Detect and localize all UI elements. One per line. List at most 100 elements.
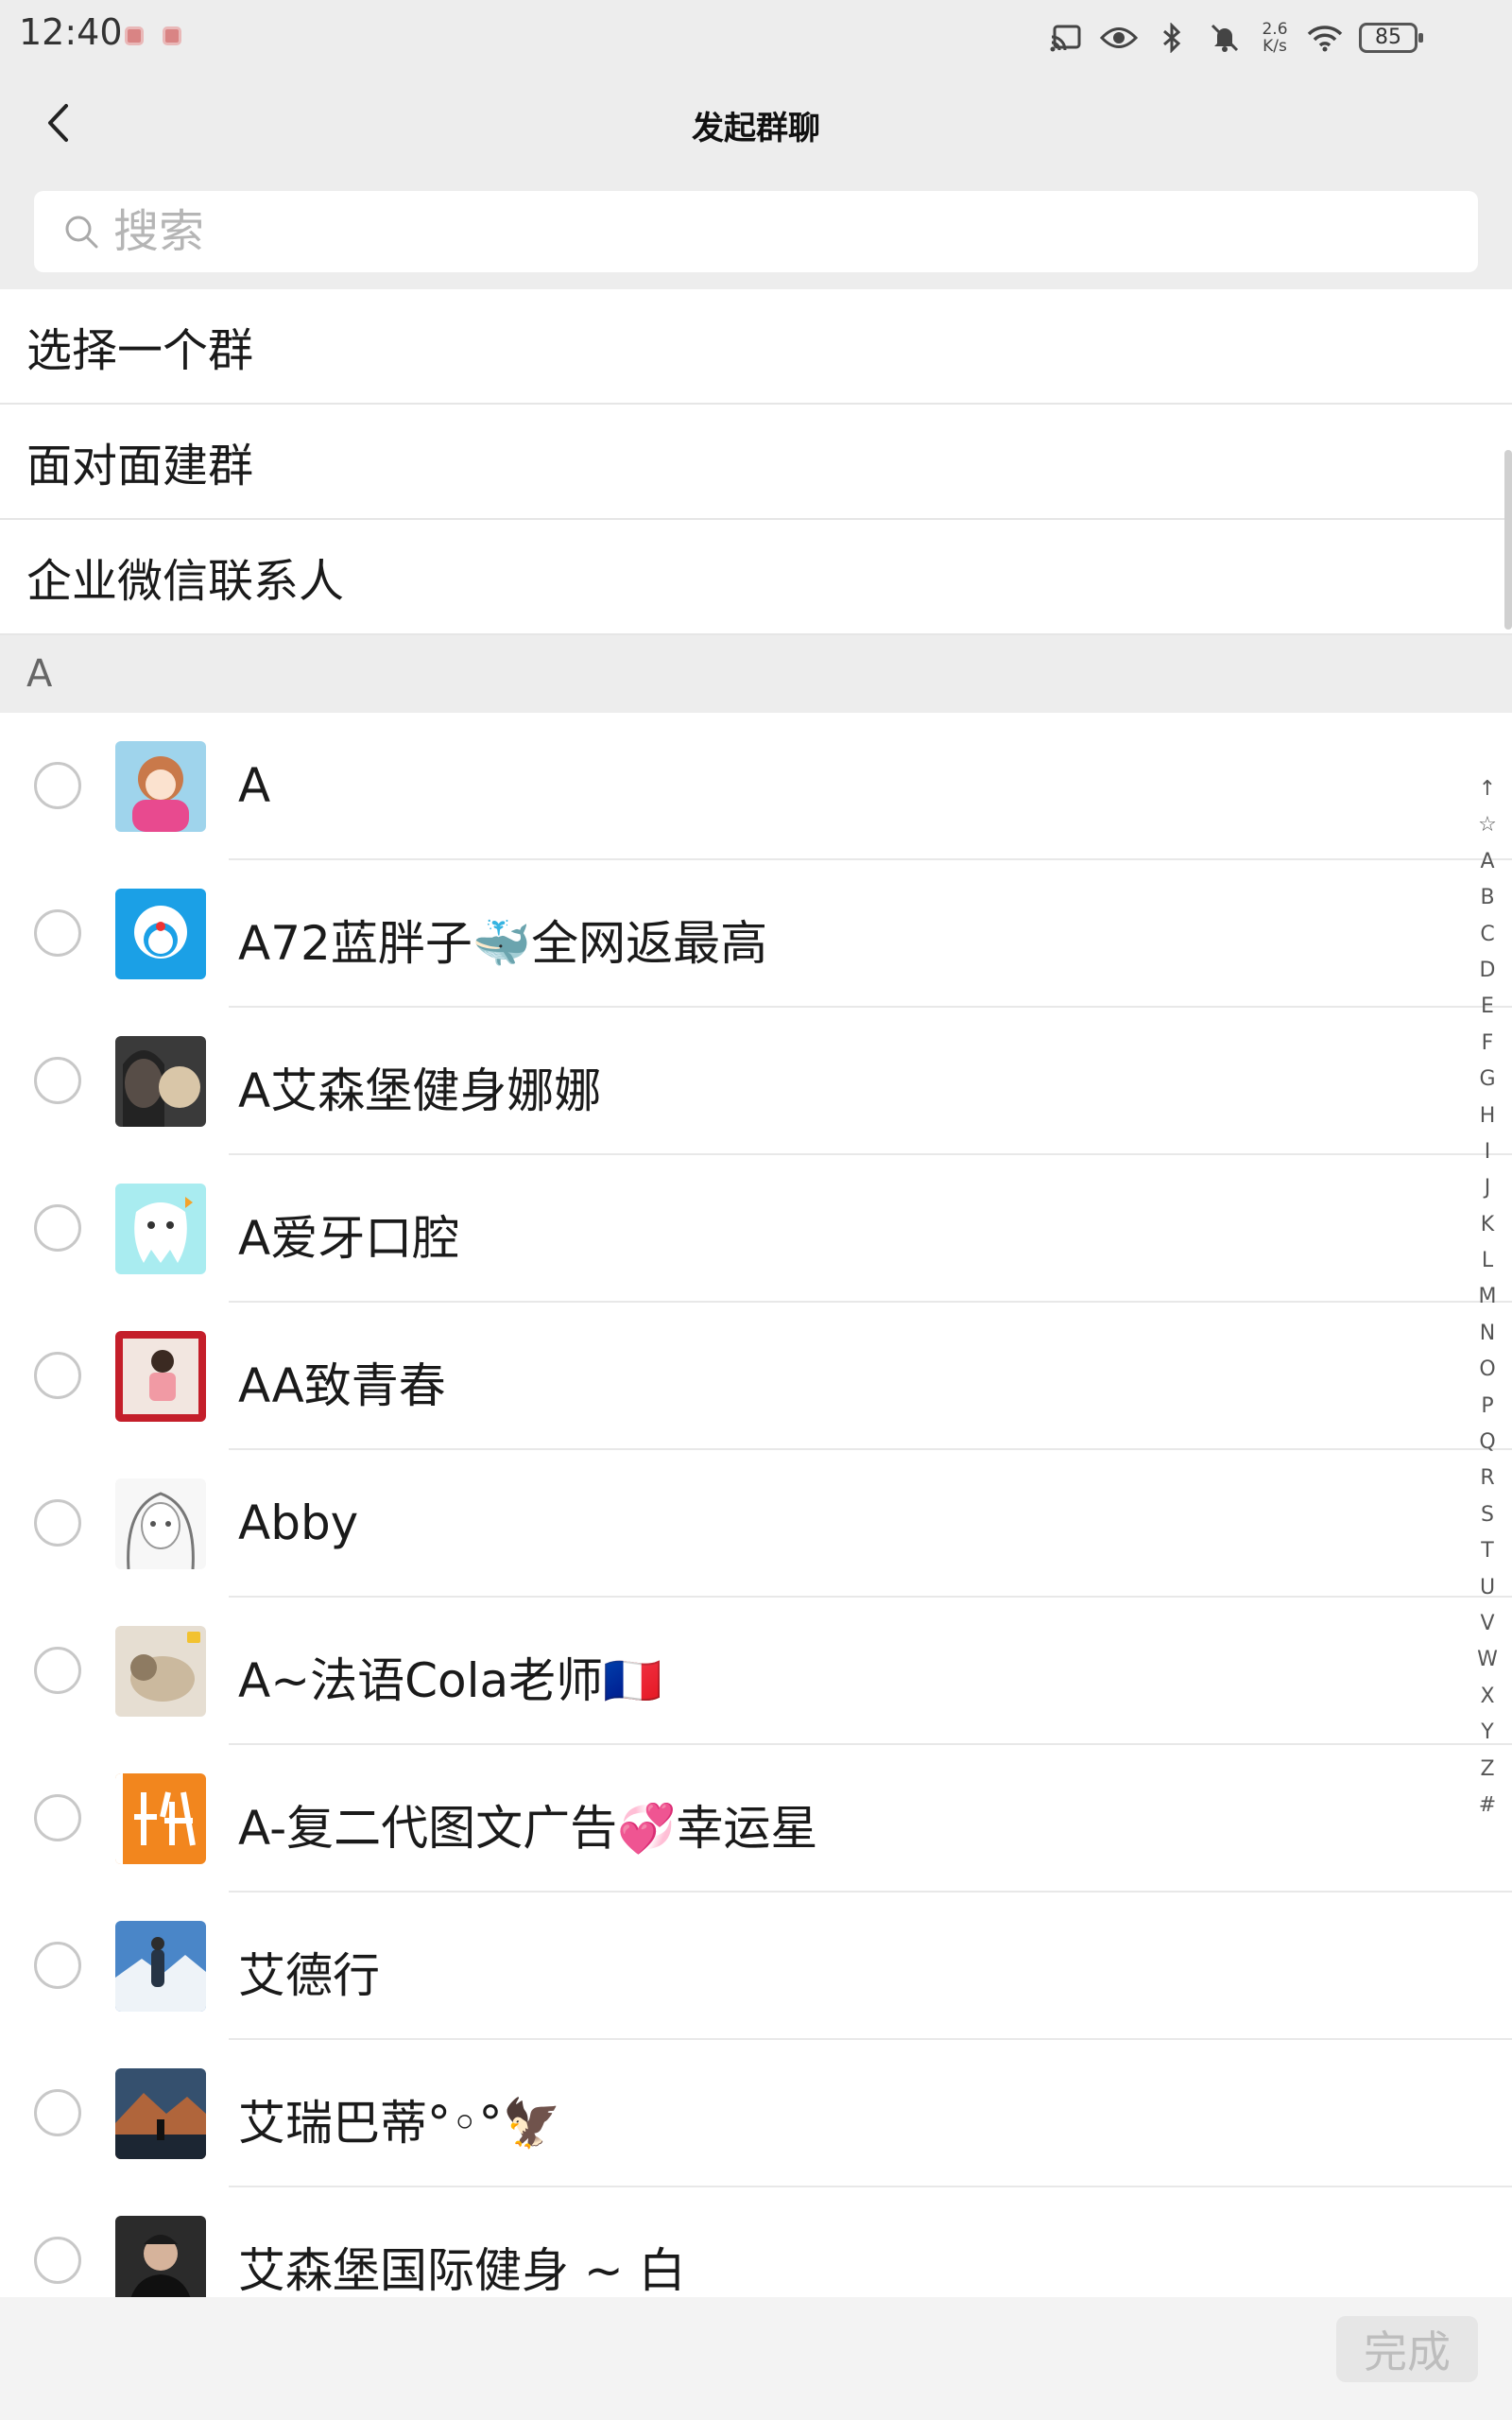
snow-mountain-avatar (115, 1921, 206, 2012)
battery-indicator: 85 (1359, 23, 1423, 53)
index-h[interactable]: H (1470, 1098, 1504, 1134)
select-radio[interactable] (34, 1942, 81, 1989)
contact-name: A~法语Cola老师🇫🇷 (238, 1653, 662, 1708)
contact-name: 艾瑞巴蒂°◦°🦅 (238, 2096, 561, 2151)
search-box[interactable] (34, 191, 1478, 272)
sketch-girl-avatar (115, 1478, 206, 1569)
dog-photo-avatar (115, 1626, 206, 1717)
eye-icon (1100, 19, 1138, 57)
index-c[interactable]: C (1470, 917, 1504, 953)
contact-row[interactable]: Abby (0, 1450, 1512, 1598)
contact-name: A (238, 758, 271, 813)
index-z[interactable]: Z (1470, 1752, 1504, 1788)
index-o[interactable]: O (1470, 1352, 1504, 1388)
index-e[interactable]: E (1470, 989, 1504, 1025)
search-input[interactable] (113, 205, 1436, 258)
bluetooth-icon (1153, 19, 1191, 57)
contact-row[interactable]: A-复二代图文广告💞幸运星 (0, 1745, 1512, 1893)
index-x[interactable]: X (1470, 1679, 1504, 1715)
status-bar: 12:40 2.6 K/s 85 (0, 0, 1512, 76)
index-top[interactable]: ↑ (1470, 771, 1504, 807)
contact-row[interactable]: AA致青春 (0, 1303, 1512, 1450)
mute-icon (1206, 19, 1244, 57)
contact-row[interactable]: A (0, 713, 1512, 860)
contact-name: AA致青春 (238, 1358, 446, 1413)
contact-row[interactable]: 艾德行 (0, 1893, 1512, 2040)
select-radio[interactable] (34, 1204, 81, 1252)
contact-list[interactable]: 选择一个群 面对面建群 企业微信联系人 A A A72蓝胖子🐳全网返最高 A艾森… (0, 289, 1512, 2297)
wecom-contacts-item[interactable]: 企业微信联系人 (0, 520, 1512, 635)
select-radio[interactable] (34, 1057, 81, 1104)
scrollbar[interactable] (1504, 450, 1512, 630)
wifi-icon (1306, 19, 1344, 57)
index-u[interactable]: U (1470, 1570, 1504, 1606)
contact-name: 艾森堡国际健身 ~ 白 (238, 2243, 686, 2297)
select-radio[interactable] (34, 2089, 81, 2136)
tooth-cartoon-avatar (115, 1184, 206, 1274)
contact-name: Abby (238, 1495, 359, 1550)
index-m[interactable]: M (1470, 1279, 1504, 1315)
index-w[interactable]: W (1470, 1642, 1504, 1678)
contact-row[interactable]: A72蓝胖子🐳全网返最高 (0, 860, 1512, 1008)
status-icons: 2.6 K/s 85 (1047, 15, 1423, 60)
select-radio[interactable] (34, 2237, 81, 2284)
section-header-a: A (0, 635, 1512, 713)
contact-row[interactable]: A爱牙口腔 (0, 1155, 1512, 1303)
contact-row[interactable]: 艾瑞巴蒂°◦°🦅 (0, 2040, 1512, 2187)
done-button[interactable]: 完成 (1336, 2316, 1478, 2382)
index-g[interactable]: G (1470, 1062, 1504, 1098)
index-t[interactable]: T (1470, 1533, 1504, 1569)
select-group-item[interactable]: 选择一个群 (0, 289, 1512, 405)
contact-name: A艾森堡健身娜娜 (238, 1063, 602, 1118)
contact-name: A-复二代图文广告💞幸运星 (238, 1801, 818, 1856)
man-portrait-avatar (115, 2216, 206, 2297)
select-radio[interactable] (34, 1794, 81, 1841)
girl-photo-avatar (115, 1331, 206, 1422)
nav-header: 发起群聊 (0, 76, 1512, 170)
app-notification-icon (125, 26, 144, 45)
index-n[interactable]: N (1470, 1316, 1504, 1352)
anime-girl-avatar (115, 741, 206, 832)
index-b[interactable]: B (1470, 880, 1504, 916)
orange-logo-avatar (115, 1773, 206, 1864)
select-radio[interactable] (34, 1352, 81, 1399)
create-group-chat-screen: 12:40 2.6 K/s 85 发起群聊 搜索 选择一个群 面对面建群 企业微… (0, 0, 1512, 2420)
contact-name: A72蓝胖子🐳全网返最高 (238, 916, 768, 971)
index-a[interactable]: A (1470, 844, 1504, 880)
index-hash[interactable]: # (1470, 1788, 1504, 1824)
alphabet-index-bar[interactable]: ↑ ☆ A B C D E F G H I J K L M N O P Q R … (1470, 771, 1504, 1824)
network-speed: 2.6 K/s (1262, 20, 1288, 56)
contact-row[interactable]: A艾森堡健身娜娜 (0, 1008, 1512, 1155)
index-p[interactable]: P (1470, 1389, 1504, 1425)
mountain-sunset-avatar (115, 2068, 206, 2159)
face-to-face-group-item[interactable]: 面对面建群 (0, 405, 1512, 520)
bottom-bar: 完成 (0, 2297, 1512, 2420)
girl-with-dog-avatar (115, 1036, 206, 1127)
index-v[interactable]: V (1470, 1606, 1504, 1642)
status-time: 12:40 (19, 11, 123, 53)
select-radio[interactable] (34, 1647, 81, 1694)
index-d[interactable]: D (1470, 953, 1504, 989)
search-icon (65, 216, 98, 249)
select-radio[interactable] (34, 1499, 81, 1547)
select-radio[interactable] (34, 909, 81, 957)
cast-icon (1047, 19, 1085, 57)
index-i[interactable]: I (1470, 1134, 1504, 1170)
app-notification-icon (163, 26, 181, 45)
select-radio[interactable] (34, 762, 81, 809)
index-y[interactable]: Y (1470, 1715, 1504, 1751)
index-f[interactable]: F (1470, 1026, 1504, 1062)
index-j[interactable]: J (1470, 1170, 1504, 1206)
contact-row[interactable]: 艾森堡国际健身 ~ 白 (0, 2187, 1512, 2297)
index-star[interactable]: ☆ (1470, 807, 1504, 843)
page-title: 发起群聊 (692, 110, 820, 147)
index-k[interactable]: K (1470, 1207, 1504, 1243)
index-s[interactable]: S (1470, 1497, 1504, 1533)
contact-name: 艾德行 (238, 1948, 380, 2003)
contact-row[interactable]: A~法语Cola老师🇫🇷 (0, 1598, 1512, 1745)
contact-name: A爱牙口腔 (238, 1211, 460, 1266)
doraemon-avatar (115, 889, 206, 979)
index-r[interactable]: R (1470, 1461, 1504, 1496)
index-l[interactable]: L (1470, 1243, 1504, 1279)
index-q[interactable]: Q (1470, 1425, 1504, 1461)
